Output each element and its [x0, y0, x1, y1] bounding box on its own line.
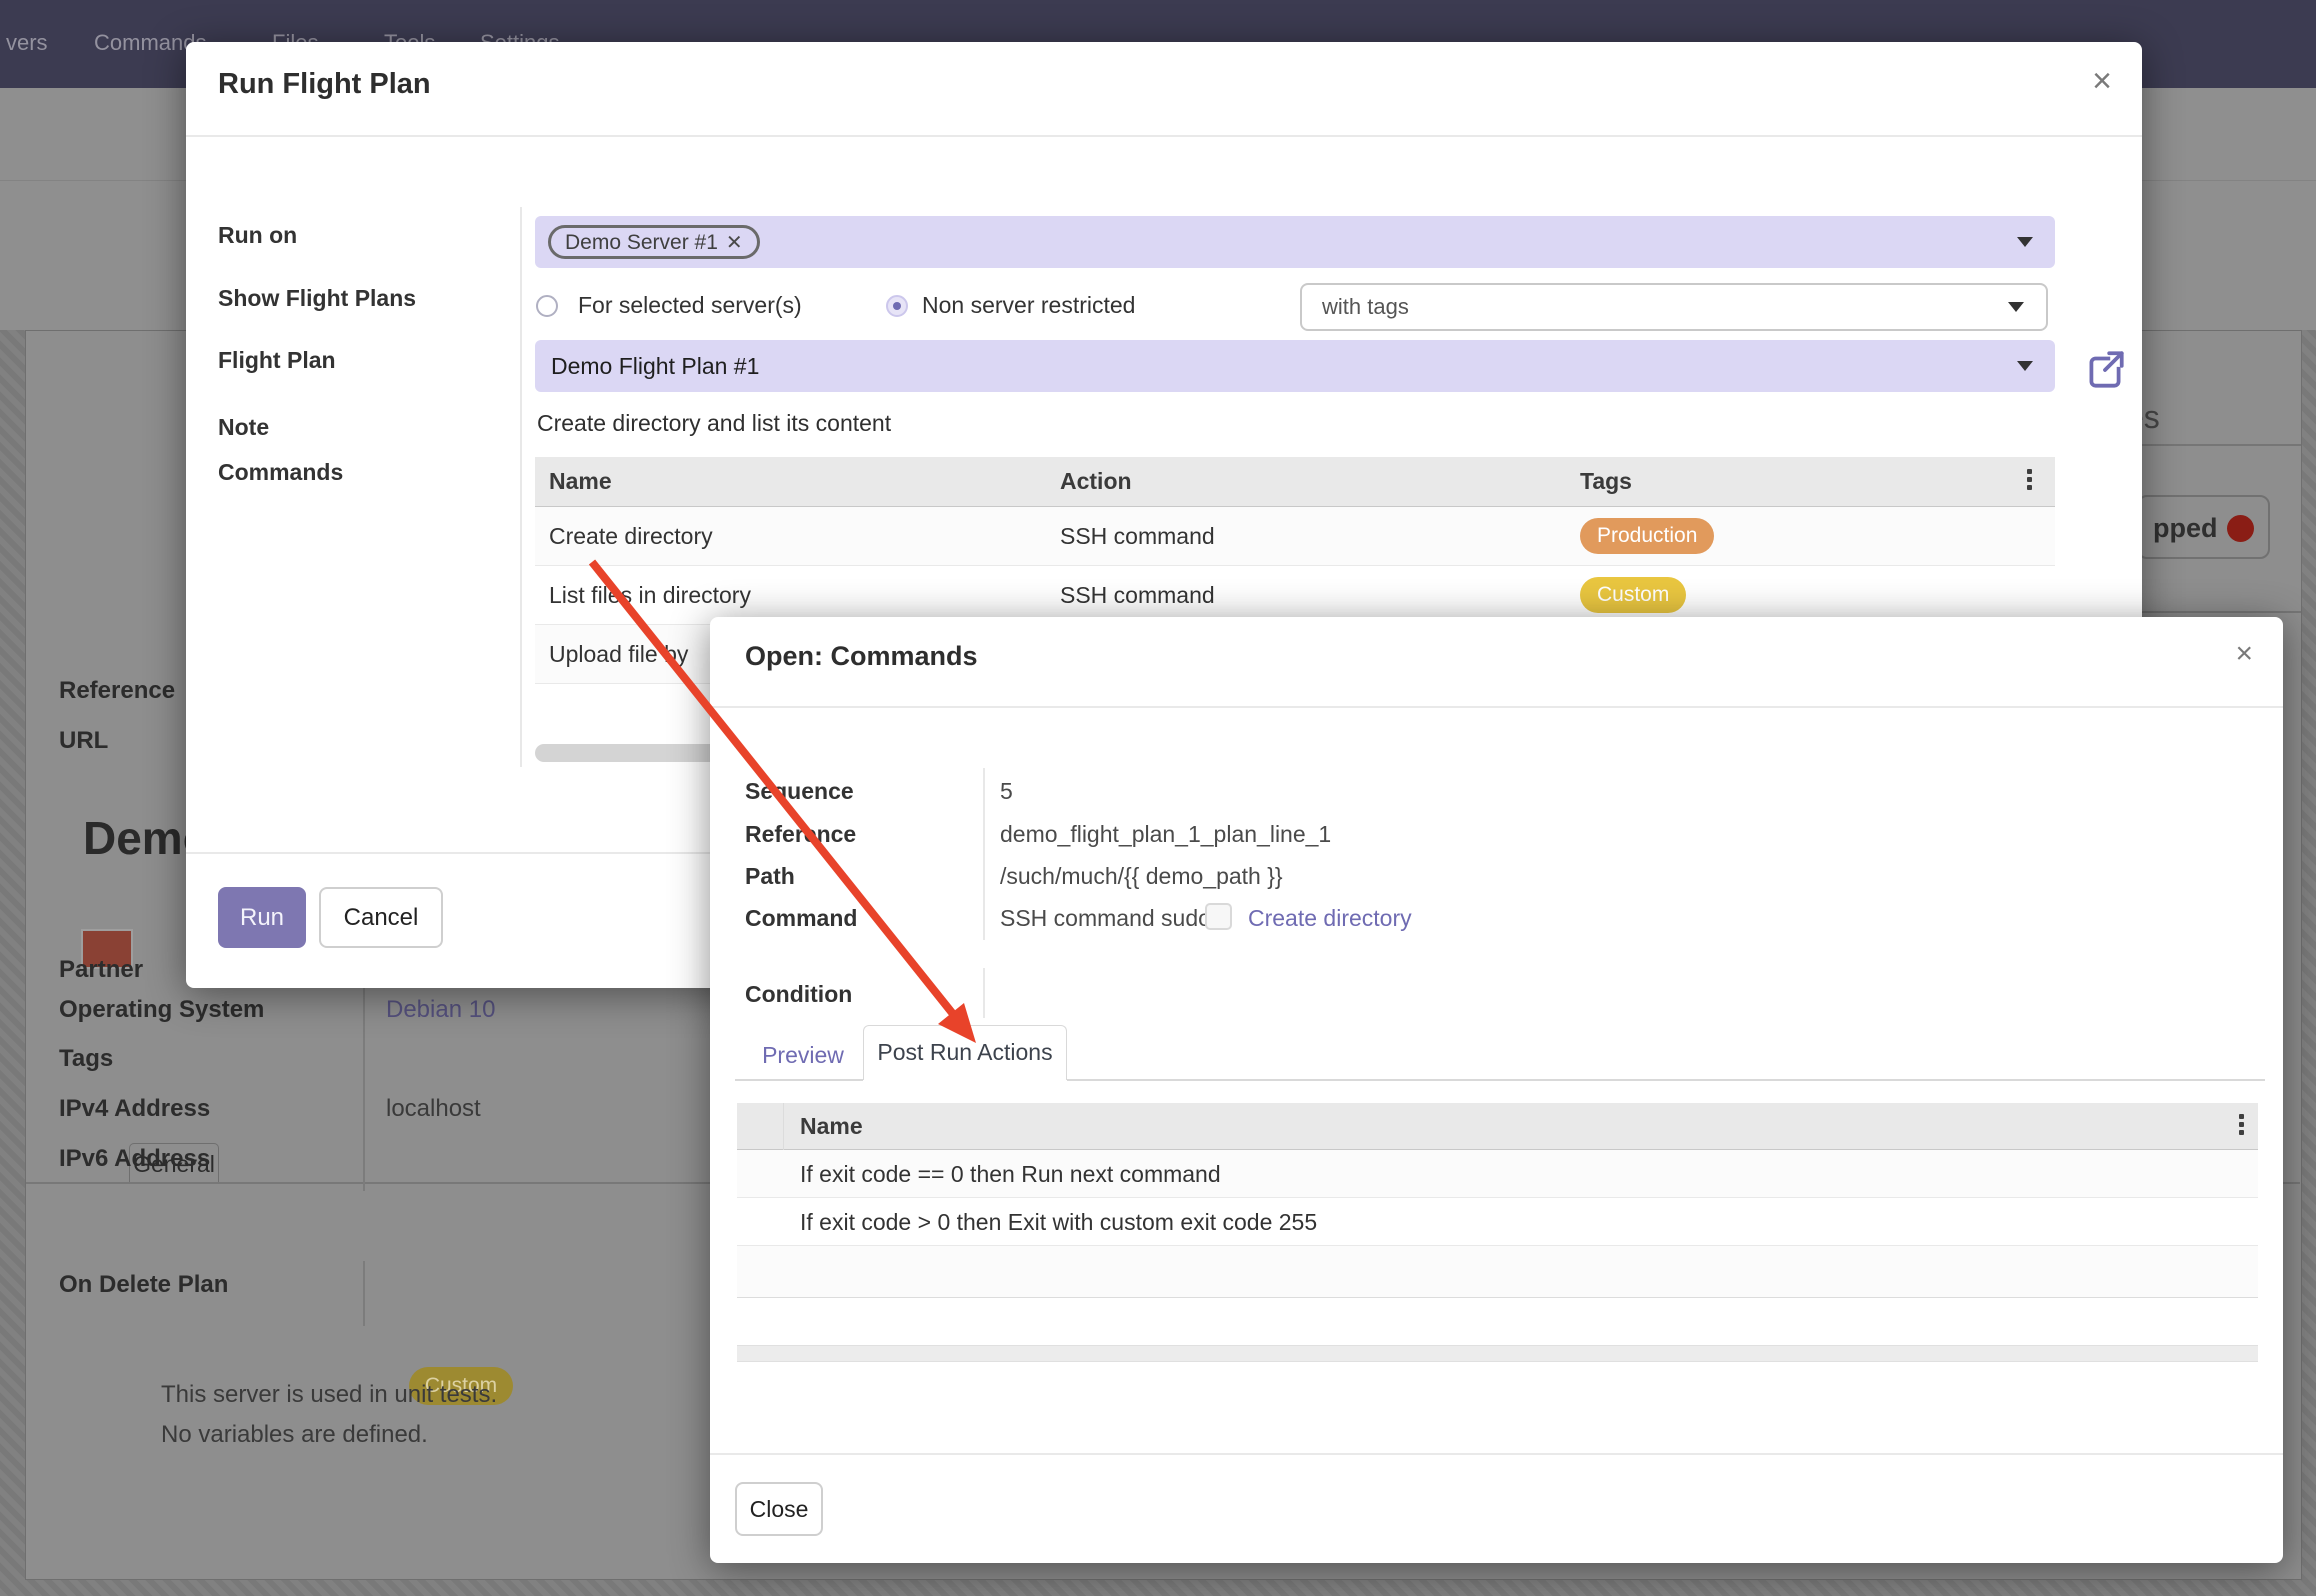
close-icon[interactable]: × [2092, 66, 2112, 96]
status-dot [2227, 515, 2254, 542]
on-delete-plan-label: On Delete Plan [59, 1271, 228, 1299]
modal-header-divider [186, 135, 2142, 137]
run-on-label: Run on [218, 222, 297, 249]
table-header-row: Name [737, 1103, 2258, 1150]
tag-remove-icon[interactable]: ✕ [726, 232, 743, 254]
radio-for-selected-servers-label: For selected server(s) [578, 292, 802, 319]
status-badge-stopped[interactable]: pped [2137, 495, 2270, 559]
tab-post-run-actions[interactable]: Post Run Actions [863, 1025, 1067, 1080]
table-scrollbar-track[interactable] [737, 1345, 2258, 1362]
table-options-icon[interactable] [2239, 1111, 2245, 1138]
flight-plan-label: Flight Plan [218, 347, 336, 374]
stat-divider [2141, 444, 2301, 446]
with-tags-placeholder: with tags [1322, 294, 1409, 320]
external-link-icon[interactable] [2082, 347, 2128, 393]
stat-divider [2141, 611, 2301, 613]
chevron-down-icon [2017, 237, 2033, 247]
os-value-link[interactable]: Debian 10 [386, 996, 495, 1024]
show-flight-plans-label: Show Flight Plans [218, 285, 416, 312]
cancel-button[interactable]: Cancel [319, 887, 443, 948]
close-icon[interactable]: × [2235, 639, 2253, 669]
commands-modal-title: Open: Commands [745, 641, 978, 672]
run-button[interactable]: Run [218, 887, 306, 948]
create-directory-link[interactable]: Create directory [1248, 905, 1412, 932]
plan-description: Create directory and list its content [537, 410, 891, 437]
unit-test-note-line1: This server is used in unit tests. [161, 1381, 497, 1409]
modal-header-divider [710, 706, 2283, 708]
field-separator [363, 986, 365, 1191]
column-header-action[interactable]: Action [1060, 468, 1132, 495]
url-label: URL [59, 727, 108, 755]
table-row[interactable]: Create directory SSH command Production [535, 507, 2055, 566]
reference-label: Reference [59, 677, 175, 705]
sequence-value: 5 [1000, 778, 1013, 805]
table-row-empty [737, 1246, 2258, 1298]
table-row[interactable]: If exit code > 0 then Exit with custom e… [737, 1198, 2258, 1246]
column-header-tags[interactable]: Tags [1580, 468, 1632, 495]
nav-item-servers[interactable]: vers [6, 30, 48, 56]
close-button[interactable]: Close [735, 1482, 823, 1536]
with-tags-select[interactable]: with tags [1300, 283, 2048, 331]
cell-name: If exit code == 0 then Run next command [800, 1161, 1221, 1188]
note-label: Note [218, 414, 269, 441]
flight-plan-value: Demo Flight Plan #1 [551, 353, 759, 380]
open-commands-modal: Open: Commands × Sequence Reference Path… [710, 617, 2283, 1563]
selector-column [737, 1103, 784, 1150]
tab-preview[interactable]: Preview [748, 1032, 858, 1078]
sequence-label: Sequence [745, 778, 854, 805]
chevron-down-icon [2008, 302, 2024, 312]
column-header-name[interactable]: Name [800, 1113, 863, 1140]
chevron-down-icon [2017, 361, 2033, 371]
tag-production: Production [1580, 518, 1714, 554]
condition-label: Condition [745, 981, 852, 1008]
ipv4-value: localhost [386, 1095, 481, 1123]
table-options-icon[interactable] [2027, 466, 2033, 493]
table-header-row: Name Action Tags [535, 457, 2055, 507]
run-modal-title: Run Flight Plan [218, 68, 431, 101]
label-column-divider [520, 207, 522, 767]
cell-name: List files in directory [549, 582, 751, 609]
path-value: /such/much/{{ demo_path }} [1000, 863, 1283, 890]
command-label: Command [745, 905, 857, 932]
label-column-divider [983, 968, 985, 1018]
screen: vers Commands Files Tools Settings Test … [0, 0, 2316, 1596]
cell-name: Create directory [549, 523, 713, 550]
ipv4-label: IPv4 Address [59, 1095, 210, 1123]
radio-non-server-restricted[interactable] [886, 295, 908, 317]
notebook-divider [1067, 1079, 2265, 1081]
tags-label: Tags [59, 1045, 113, 1073]
partner-label: Partner [59, 956, 143, 984]
ipv6-label: IPv6 Address [59, 1145, 210, 1173]
flight-plan-select[interactable]: Demo Flight Plan #1 [535, 340, 2055, 392]
server-tag-label: Demo Server #1 [565, 231, 718, 254]
field-separator [363, 1261, 365, 1326]
cell-action: SSH command [1060, 582, 1215, 609]
run-on-field[interactable]: Demo Server #1 ✕ [535, 216, 2055, 268]
cell-name: If exit code > 0 then Exit with custom e… [800, 1209, 1317, 1236]
reference-label: Reference [745, 821, 856, 848]
notebook-divider [735, 1079, 863, 1081]
command-value: SSH command sudo [1000, 905, 1211, 932]
unit-test-note-line2: No variables are defined. [161, 1421, 428, 1449]
sudo-checkbox[interactable] [1205, 903, 1232, 930]
table-row[interactable]: If exit code == 0 then Run next command [737, 1150, 2258, 1198]
radio-for-selected-servers[interactable] [536, 295, 558, 317]
path-label: Path [745, 863, 795, 890]
tag-custom: Custom [1580, 577, 1686, 613]
status-text-fragment: pped [2153, 513, 2218, 544]
commands-label: Commands [218, 459, 343, 486]
post-run-actions-table: Name If exit code == 0 then Run next com… [737, 1103, 2258, 1298]
modal-footer-divider [710, 1453, 2283, 1455]
cell-action: SSH command [1060, 523, 1215, 550]
radio-non-server-restricted-label: Non server restricted [922, 292, 1135, 319]
column-header-name[interactable]: Name [549, 468, 612, 495]
cell-name: Upload file by [549, 641, 688, 668]
label-column-divider [983, 768, 985, 940]
os-label: Operating System [59, 996, 264, 1024]
reference-value: demo_flight_plan_1_plan_line_1 [1000, 821, 1331, 848]
server-tag-chip: Demo Server #1 ✕ [548, 225, 760, 259]
